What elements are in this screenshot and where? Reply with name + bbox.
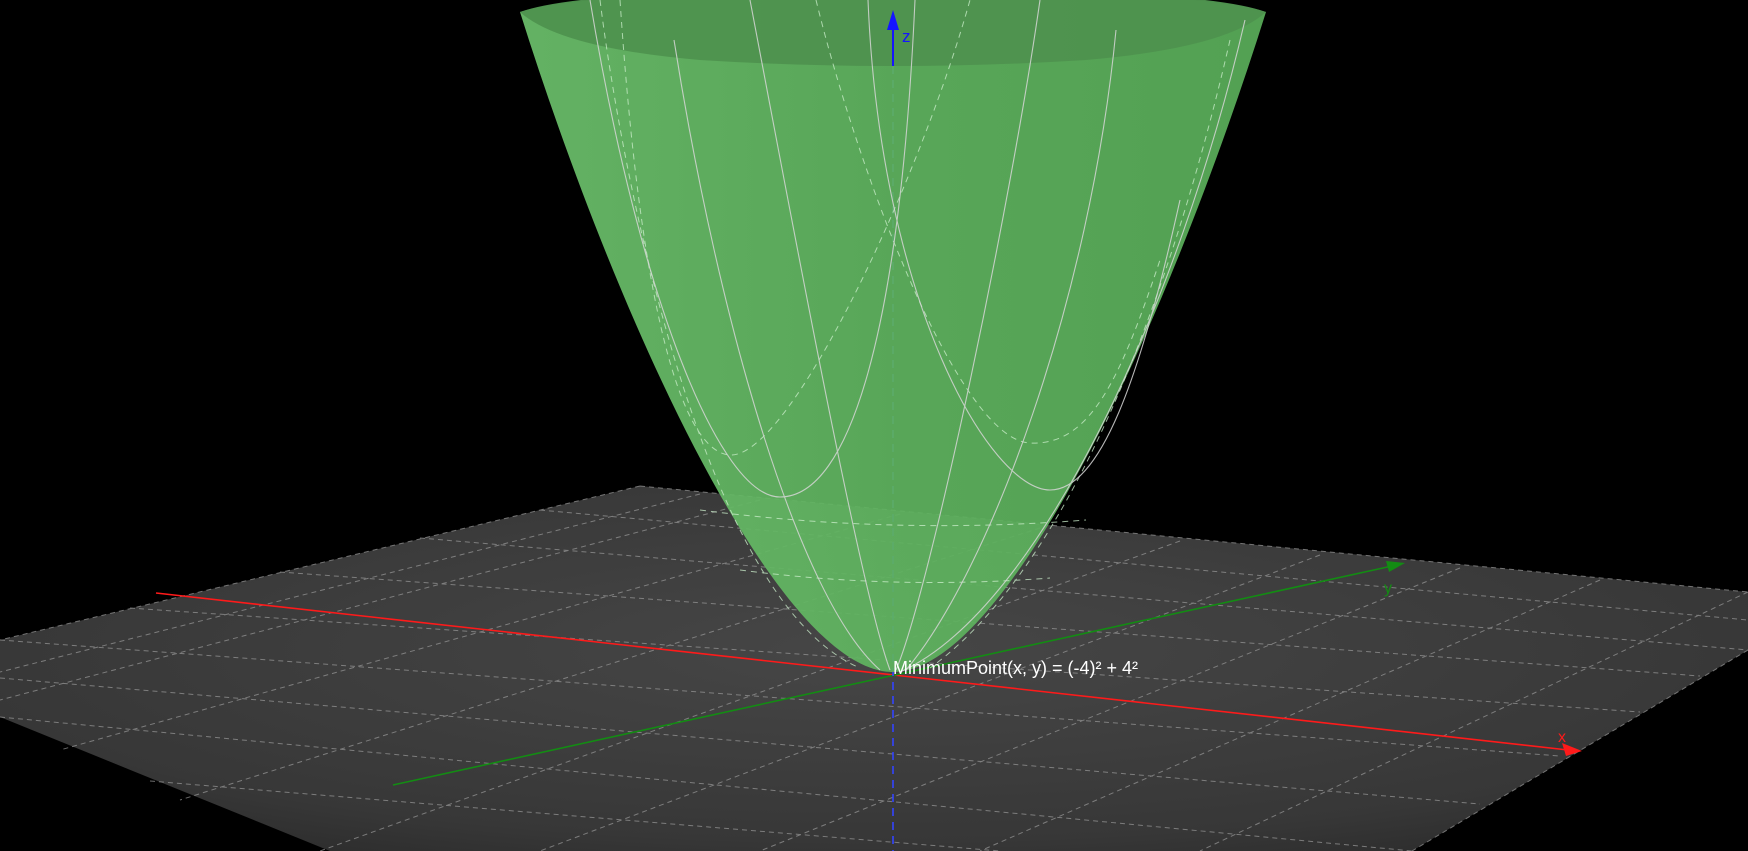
minimum-point-label[interactable]: MinimumPoint(x, y) = (-4)² + 4²: [893, 658, 1138, 678]
z-axis-label: z: [902, 27, 911, 46]
3d-graphics-view[interactable]: x y z MinimumPoint(x, y) = (-4)² + 4²: [0, 0, 1748, 851]
x-axis-label: x: [1558, 729, 1566, 746]
y-axis-label: y: [1384, 580, 1392, 597]
